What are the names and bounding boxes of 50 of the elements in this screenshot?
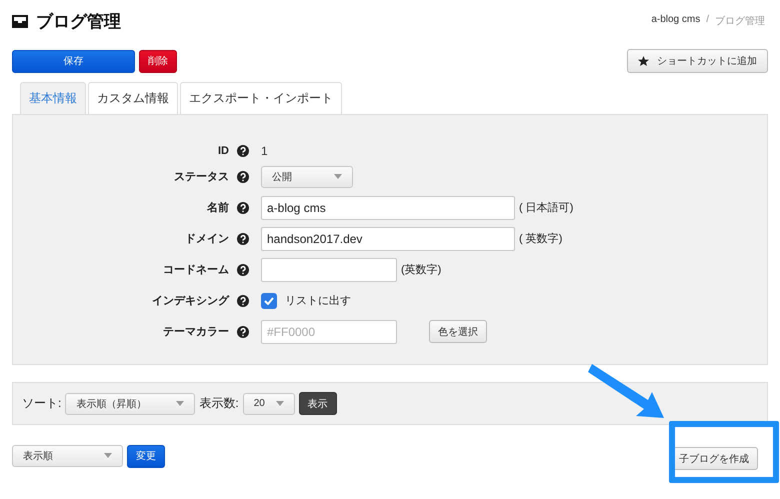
breadcrumb-separator: / [706, 14, 709, 27]
sort-select[interactable]: 表示順（昇順） [65, 392, 196, 414]
breadcrumb-item: ブログ管理 [715, 14, 765, 28]
delete-button[interactable]: 削除 [139, 50, 177, 72]
count-select[interactable]: 20 [242, 392, 295, 414]
field-label: 名前 [207, 200, 229, 215]
count-label: 表示数: [199, 395, 239, 412]
save-button[interactable]: 保存 [12, 50, 135, 72]
help-icon [237, 202, 249, 214]
checkbox-label: リストに出す [285, 294, 351, 308]
color-field[interactable]: #FF0000 [261, 320, 397, 344]
tab[interactable]: カスタム情報 [88, 82, 178, 114]
field-label: コードネーム [163, 263, 229, 277]
field-note: (英数字) [401, 262, 442, 277]
field-value: 1 [261, 144, 268, 158]
input-field[interactable]: a-blog cms [261, 196, 515, 220]
inbox-icon [12, 14, 28, 28]
page-title: ブログ管理 [36, 10, 121, 32]
help-icon [237, 294, 249, 306]
change-button[interactable]: 変更 [127, 444, 165, 468]
input-field[interactable] [261, 258, 397, 282]
status-select[interactable]: 公開 [261, 166, 353, 188]
help-icon [237, 264, 249, 276]
field-label: ステータス [174, 170, 229, 184]
color-picker-button[interactable]: 色を選択 [429, 320, 487, 343]
star-icon [638, 56, 649, 66]
field-label: インデキシング [152, 294, 229, 308]
field-note: ( 英数字) [519, 232, 562, 246]
caret-icon [334, 174, 342, 179]
field-label: ID [218, 145, 229, 157]
shortcut-button[interactable]: ショートカットに追加 [627, 49, 768, 73]
help-icon [237, 326, 249, 338]
field-label: テーマカラー [163, 325, 229, 339]
tab[interactable]: エクスポート・インポート [180, 82, 342, 114]
field-note: ( 日本語可) [519, 201, 574, 215]
help-icon [237, 170, 249, 182]
check-icon [264, 296, 274, 304]
tab[interactable]: 基本情報 [20, 82, 86, 114]
show-button[interactable]: 表示 [298, 392, 337, 415]
field-label: ドメイン [185, 232, 229, 246]
caret-icon [276, 401, 284, 406]
order-select[interactable]: 表示順 [12, 444, 123, 466]
caret-icon [104, 453, 112, 458]
checkbox[interactable] [261, 292, 277, 308]
breadcrumb-item[interactable]: a-blog cms [651, 14, 700, 28]
caret-icon [176, 401, 184, 406]
input-field[interactable]: handson2017.dev [261, 226, 515, 250]
help-icon [237, 145, 249, 157]
help-icon [237, 232, 249, 244]
sort-label: ソート: [22, 395, 62, 412]
